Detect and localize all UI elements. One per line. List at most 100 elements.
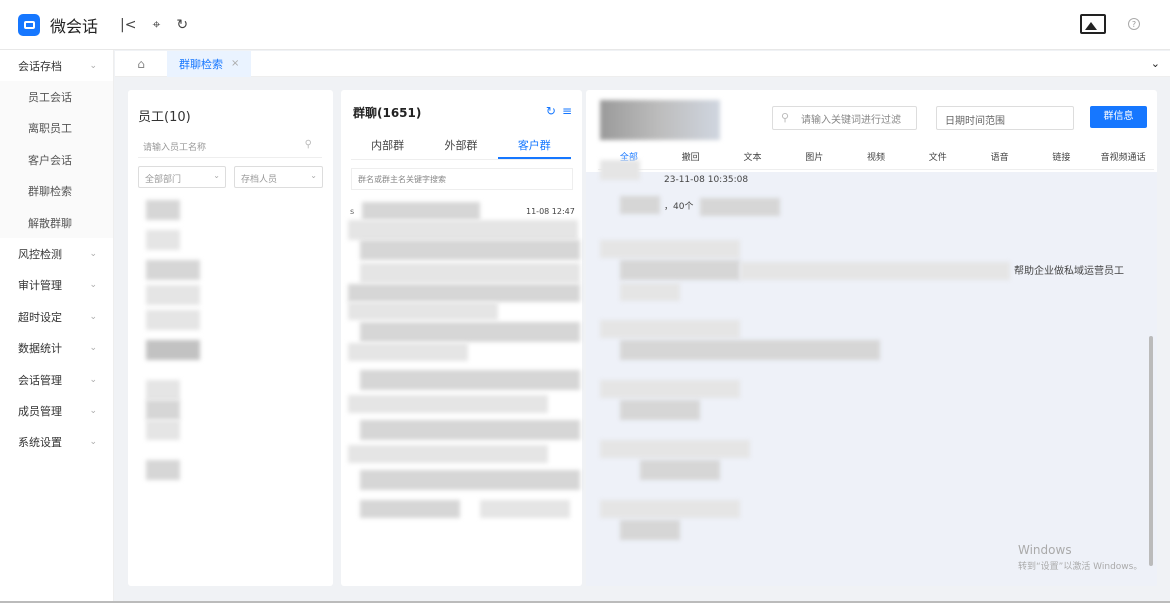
chevron-down-icon[interactable]: ⌄	[1151, 57, 1160, 70]
sidebar-group-label: 风控检测	[18, 248, 62, 262]
chevron-down-icon: ⌄	[89, 374, 97, 385]
sidebar: 会话存档 ⌄ 员工会话 离职员工 客户会话 群聊检索 解散群聊 风控检测 ⌄ 审计管理 ⌄ 超时设定 ⌄…	[0, 50, 114, 603]
keyword-filter-input[interactable]: ⚲ 请输入关键词进行过滤	[772, 106, 917, 130]
chevron-down-icon: ⌄	[213, 171, 220, 180]
sidebar-group[interactable]: 会话管理 ⌄	[0, 364, 113, 395]
list-item[interactable]	[146, 310, 200, 330]
tab-internal-group[interactable]: 内部群	[351, 136, 424, 159]
message-sender	[600, 380, 740, 398]
table-row[interactable]	[348, 220, 578, 240]
group-search-input[interactable]: 群名或群主名关键字搜索	[351, 168, 573, 190]
message-tab[interactable]: 语音	[969, 150, 1031, 169]
sidebar-item[interactable]: 离职员工	[0, 112, 113, 145]
chevron-down-icon: ⌄	[89, 405, 97, 416]
message-tab[interactable]: 视频	[845, 150, 907, 169]
avatar	[600, 160, 640, 180]
message-text: ，40个	[664, 202, 694, 212]
windows-watermark-sub: 转到“设置”以激活 Windows。	[1018, 562, 1143, 572]
message-tab[interactable]: 文件	[907, 150, 969, 169]
message-bubble	[740, 262, 1010, 280]
sidebar-group-label: 数据统计	[18, 342, 62, 356]
list-item[interactable]	[146, 200, 180, 220]
table-row[interactable]	[348, 302, 498, 320]
chevron-down-icon: ⌄	[89, 437, 97, 448]
table-row[interactable]	[360, 263, 580, 283]
department-select-value: 全部部门	[145, 175, 182, 185]
list-item[interactable]	[146, 380, 180, 400]
list-item[interactable]	[146, 285, 200, 305]
sidebar-item[interactable]: 解散群聊	[0, 206, 113, 239]
sort-icon[interactable]: ≡	[562, 104, 572, 118]
table-row[interactable]	[360, 370, 580, 390]
refresh-icon[interactable]: ↻	[546, 104, 556, 118]
message-bubble	[620, 260, 740, 280]
table-row[interactable]	[360, 420, 580, 440]
chevron-down-icon: ⌄	[89, 60, 97, 71]
message-tab[interactable]: 图片	[783, 150, 845, 169]
message-tab[interactable]: 链接	[1030, 150, 1092, 169]
tab-external-group[interactable]: 外部群	[424, 136, 497, 159]
refresh-icon[interactable]: ↻	[176, 17, 188, 33]
message-bubble	[620, 520, 680, 540]
table-row[interactable]	[348, 395, 548, 413]
table-row[interactable]	[360, 240, 580, 260]
message-text-blur	[700, 198, 780, 216]
sidebar-group-label: 超时设定	[18, 310, 62, 324]
message-bubble	[620, 283, 680, 301]
help-icon[interactable]: ?	[1128, 18, 1140, 30]
table-row[interactable]	[360, 470, 580, 490]
tab-customer-group[interactable]: 客户群	[497, 136, 571, 159]
group-info-button[interactable]: 群信息	[1090, 106, 1147, 128]
chat-scrollbar[interactable]	[1149, 336, 1153, 566]
message-sender	[600, 500, 740, 518]
message-bubble	[620, 340, 880, 360]
list-item[interactable]	[146, 340, 200, 360]
row-marker: s	[350, 207, 355, 216]
table-row[interactable]	[348, 445, 548, 463]
list-item[interactable]	[146, 420, 180, 440]
sidebar-group[interactable]: 会话存档 ⌄	[0, 50, 113, 81]
sidebar-item[interactable]: 员工会话	[0, 81, 113, 113]
sidebar-group-label: 成员管理	[18, 404, 62, 418]
chevron-down-icon: ⌄	[89, 311, 97, 322]
list-item[interactable]	[146, 230, 180, 250]
table-row[interactable]	[360, 322, 580, 342]
sidebar-item[interactable]: 群聊检索	[0, 175, 113, 207]
sidebar-group[interactable]: 风控检测 ⌄	[0, 238, 113, 269]
group-avatar	[600, 100, 720, 140]
list-item[interactable]	[146, 400, 180, 420]
list-item[interactable]	[146, 460, 180, 480]
collapse-icon[interactable]: |<	[120, 17, 136, 33]
employee-search-input[interactable]: 请输入员工名称 ⚲	[138, 134, 322, 158]
pin-icon[interactable]: ⌖	[152, 17, 160, 33]
group-search-placeholder: 群名或群主名关键字搜索	[358, 175, 446, 184]
sidebar-item[interactable]: 客户会话	[0, 144, 113, 176]
archive-select[interactable]: 存档人员 ⌄	[234, 166, 323, 188]
tab-group-search[interactable]: 群聊检索 ×	[167, 50, 252, 77]
table-row[interactable]	[480, 500, 570, 518]
table-row[interactable]	[362, 202, 480, 220]
employee-search-placeholder: 请输入员工名称	[143, 143, 207, 153]
sidebar-group-label: 会话管理	[18, 373, 62, 387]
group-title: 群聊(1651)	[353, 106, 422, 120]
department-select[interactable]: 全部部门 ⌄	[138, 166, 226, 188]
close-icon[interactable]: ×	[231, 58, 239, 69]
image-icon[interactable]	[1080, 14, 1106, 34]
sidebar-group-label: 审计管理	[18, 279, 62, 293]
sidebar-group[interactable]: 审计管理 ⌄	[0, 270, 113, 301]
list-item[interactable]	[146, 260, 200, 280]
message-tab[interactable]: 文本	[722, 150, 784, 169]
date-range-picker[interactable]: 日期时间范围	[936, 106, 1074, 130]
sidebar-group[interactable]: 数据统计 ⌄	[0, 333, 113, 364]
table-row[interactable]	[360, 500, 460, 518]
table-row[interactable]	[348, 284, 580, 302]
home-tab-icon[interactable]: ⌂	[115, 57, 167, 71]
tabs-bar: ⌂ 群聊检索 × ⌄	[115, 50, 1170, 77]
table-row[interactable]	[348, 343, 468, 361]
message-tab[interactable]: 音视频通话	[1092, 150, 1154, 169]
sidebar-group[interactable]: 系统设置 ⌄	[0, 427, 113, 458]
chevron-down-icon: ⌄	[89, 343, 97, 354]
sidebar-group[interactable]: 超时设定 ⌄	[0, 301, 113, 332]
sidebar-group[interactable]: 成员管理 ⌄	[0, 395, 113, 426]
message-tab[interactable]: 撤回	[660, 150, 722, 169]
